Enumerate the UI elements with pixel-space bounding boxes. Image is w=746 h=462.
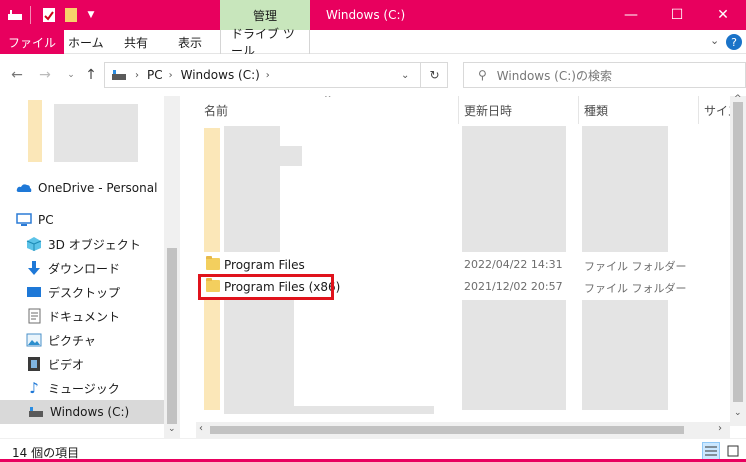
navigation-pane: OneDrive - Personal PC 3D オブジェクト ダウンロード … <box>0 96 180 438</box>
refresh-icon: ↻ <box>429 68 440 82</box>
file-list: ^ 名前 更新日時 種類 サイズ Program Files 2022/04/2… <box>196 96 746 438</box>
file-type: ファイル フォルダー <box>584 260 687 273</box>
window-title: Windows (C:) <box>326 8 406 22</box>
tab-view[interactable]: 表示 <box>168 30 212 54</box>
scrollbar-thumb[interactable] <box>167 248 177 424</box>
chevron-right-icon: › <box>168 69 173 81</box>
drive-icon <box>111 69 127 81</box>
tab-share[interactable]: 共有 <box>114 30 158 54</box>
breadcrumb-drive[interactable]: Windows (C:) <box>181 68 260 82</box>
nav-item-label: ダウンロード <box>48 261 121 276</box>
desktop-icon <box>26 284 42 300</box>
nav-item-label: ピクチャ <box>48 333 96 348</box>
music-icon: ♪ <box>29 379 39 397</box>
refresh-button[interactable]: ↻ <box>420 62 448 88</box>
document-icon <box>26 308 42 324</box>
sort-ascending-icon: ^ <box>324 96 332 104</box>
drive-icon[interactable] <box>6 6 24 24</box>
nav-item-label: OneDrive - Personal <box>38 181 158 195</box>
column-header-type[interactable]: 種類 <box>584 96 608 124</box>
help-icon[interactable]: ? <box>726 34 742 50</box>
nav-item-pc[interactable]: PC <box>16 208 164 232</box>
cloud-icon <box>16 180 32 196</box>
nav-item-music[interactable]: ♪ ミュージック <box>26 376 164 400</box>
new-folder-icon[interactable] <box>62 6 80 24</box>
scrollbar-thumb[interactable] <box>733 102 743 402</box>
maximize-button[interactable]: ☐ <box>654 0 700 30</box>
chevron-right-icon[interactable]: › <box>718 423 722 434</box>
title-bar: ▼ 管理 Windows (C:) — ☐ ✕ <box>0 0 746 30</box>
forward-arrow-icon[interactable]: → <box>36 66 54 84</box>
nav-item-documents[interactable]: ドキュメント <box>26 304 164 328</box>
nav-item-windows-c[interactable]: Windows (C:) <box>0 400 164 424</box>
up-arrow-icon[interactable]: ↑ <box>82 66 100 84</box>
nav-item-pictures[interactable]: ピクチャ <box>26 328 164 352</box>
tab-home[interactable]: ホーム <box>58 30 114 54</box>
nav-item-downloads[interactable]: ダウンロード <box>26 256 164 280</box>
video-icon <box>26 356 42 372</box>
nav-item-3d-objects[interactable]: 3D オブジェクト <box>26 232 164 256</box>
nav-item-label: デスクトップ <box>48 285 121 300</box>
search-icon: ⚲ <box>478 68 487 82</box>
file-type: ファイル フォルダー <box>584 282 687 295</box>
customize-toolbar-icon[interactable]: ▼ <box>82 6 100 24</box>
nav-item-label: ビデオ <box>48 357 85 372</box>
column-header-name[interactable]: 名前 <box>204 96 228 124</box>
properties-icon[interactable] <box>40 6 58 24</box>
file-list-hscrollbar[interactable]: ‹ › <box>196 422 730 438</box>
download-icon <box>26 260 42 276</box>
cube-icon <box>26 236 42 252</box>
nav-item-label: ミュージック <box>48 381 120 396</box>
large-icons-view-icon <box>727 445 739 457</box>
ribbon-tabs: ファイル ホーム 共有 表示 ドライブ ツール ⌄ ? <box>0 27 746 58</box>
picture-icon <box>26 332 42 348</box>
search-box[interactable]: ⚲ Windows (C:)の検索 <box>463 62 746 88</box>
tab-file[interactable]: ファイル <box>0 30 65 54</box>
column-header-modified[interactable]: 更新日時 <box>464 96 512 124</box>
chevron-left-icon[interactable]: ‹ <box>199 423 203 434</box>
navigation-bar: ← → ⌄ ↑ › PC › Windows (C:) › ⌄ ↻ ⚲ Wind… <box>0 54 746 96</box>
nav-pane-scrollbar[interactable]: ⌄ <box>164 96 180 438</box>
address-history-icon[interactable]: ⌄ <box>401 70 409 81</box>
nav-item-label: ドキュメント <box>48 309 121 324</box>
chevron-down-icon[interactable]: ⌄ <box>710 34 719 47</box>
minimize-button[interactable]: — <box>608 0 654 30</box>
pc-icon <box>16 212 32 228</box>
nav-item-videos[interactable]: ビデオ <box>26 352 164 376</box>
recent-locations-icon[interactable]: ⌄ <box>62 66 80 84</box>
folder-icon <box>206 256 220 270</box>
nav-item-label: Windows (C:) <box>50 405 130 419</box>
large-icons-view-button[interactable] <box>724 442 742 460</box>
nav-item-onedrive[interactable]: OneDrive - Personal <box>16 176 164 200</box>
address-bar[interactable]: › PC › Windows (C:) › ⌄ <box>104 62 448 88</box>
chevron-right-icon: › <box>265 69 270 81</box>
chevron-down-icon[interactable]: ⌄ <box>168 424 176 434</box>
nav-item-label: PC <box>38 213 54 227</box>
back-arrow-icon[interactable]: ← <box>8 66 26 84</box>
tab-drive-tools[interactable]: ドライブ ツール <box>220 27 310 58</box>
file-modified: 2021/12/02 20:57 <box>464 280 563 293</box>
breadcrumb-pc[interactable]: PC <box>147 68 163 82</box>
chevron-down-icon[interactable]: ⌄ <box>734 408 742 418</box>
close-button[interactable]: ✕ <box>700 0 746 30</box>
file-modified: 2022/04/22 14:31 <box>464 258 563 271</box>
file-list-scrollbar[interactable]: ^ ⌄ <box>730 94 746 426</box>
scrollbar-thumb[interactable] <box>210 426 684 434</box>
nav-item-label: 3D オブジェクト <box>48 237 141 252</box>
highlight-box <box>198 274 334 300</box>
search-placeholder: Windows (C:)の検索 <box>496 68 612 83</box>
nav-item-desktop[interactable]: デスクトップ <box>26 280 164 304</box>
details-view-button[interactable] <box>702 442 720 460</box>
drive-icon <box>28 404 44 420</box>
chevron-right-icon: › <box>135 69 139 81</box>
table-row[interactable]: Program Files 2022/04/22 14:31 ファイル フォルダ… <box>196 254 736 276</box>
file-name: Program Files <box>224 258 305 272</box>
details-view-icon <box>705 446 717 456</box>
